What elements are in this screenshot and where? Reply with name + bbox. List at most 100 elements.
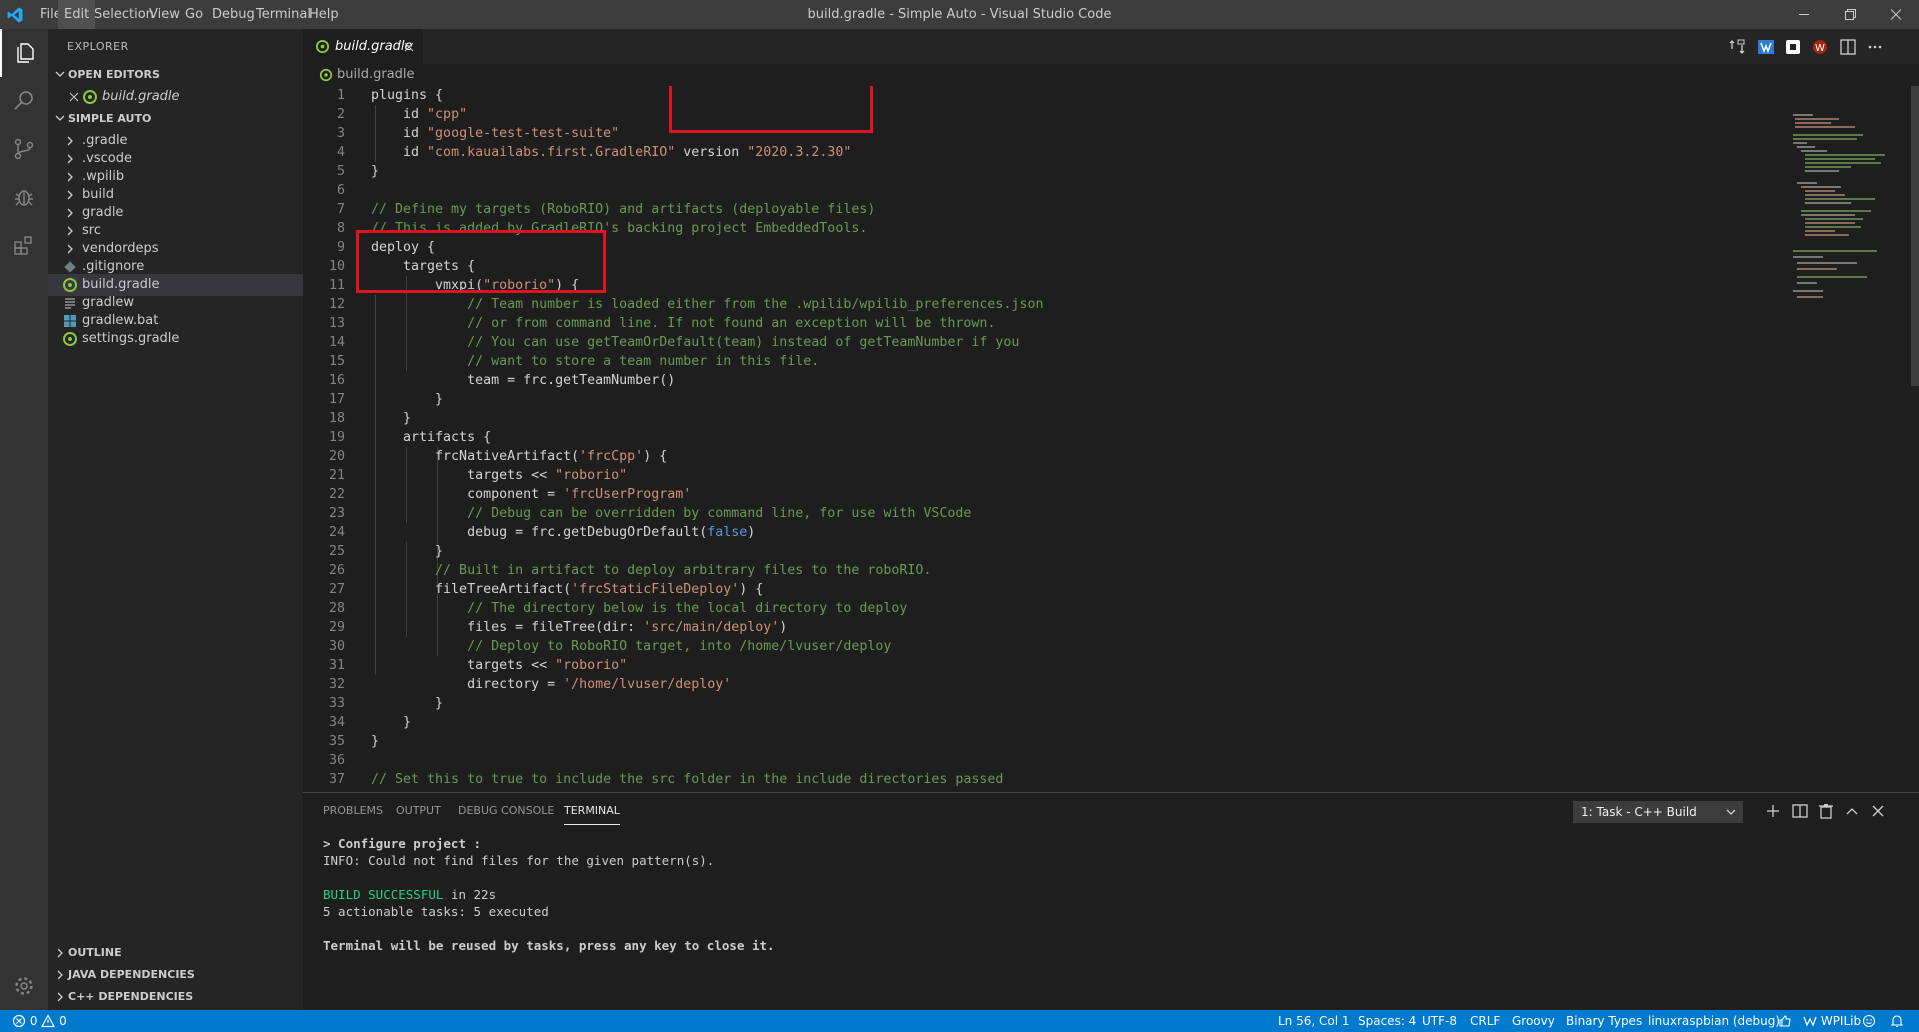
encoding-status[interactable]: UTF-8	[1422, 1010, 1457, 1032]
code-text: }	[371, 715, 412, 730]
more-actions-button[interactable]	[1865, 37, 1885, 57]
code-text: version	[675, 145, 748, 160]
wpilib-command-button[interactable]: W	[1810, 37, 1830, 57]
scrollbar-thumb[interactable]	[1911, 86, 1919, 386]
code-editor[interactable]: 1 plugins { 2 id "cpp" 3 id "google-test-…	[303, 86, 1783, 792]
wpilib-status[interactable]: WPILib	[1803, 1010, 1861, 1032]
menu-go[interactable]: Go	[179, 0, 209, 29]
binary-types-status[interactable]: Binary Types	[1566, 1010, 1642, 1032]
title-bar: File Edit Selection View Go Debug Termin…	[0, 0, 1919, 29]
line-number: 13	[328, 316, 345, 331]
close-icon[interactable]	[403, 41, 415, 53]
code-text: frcNativeArtifact(	[371, 449, 580, 464]
eol-status[interactable]: CRLF	[1470, 1010, 1500, 1032]
terminal-select-dropdown[interactable]: 1: Task - C++ Build	[1573, 801, 1743, 823]
code-line: 34 }	[303, 713, 1783, 732]
close-window-button[interactable]	[1873, 0, 1919, 29]
terminal-line: Terminal will be reused by tasks, press …	[323, 938, 775, 953]
code-text: team = frc.getTeamNumber()	[371, 373, 676, 388]
feedback-status[interactable]	[1778, 1010, 1792, 1032]
minimap[interactable]	[1783, 86, 1911, 792]
feedback-smiley-status[interactable]	[1862, 1010, 1876, 1032]
chevron-right-icon	[67, 244, 73, 254]
language-status[interactable]: Groovy	[1512, 1010, 1555, 1032]
kill-terminal-button[interactable]	[1816, 801, 1836, 821]
explorer-activity[interactable]	[0, 29, 50, 77]
split-terminal-button[interactable]	[1790, 801, 1810, 821]
code-line: 30 // Deploy to RoboRIO target, into /ho…	[303, 637, 1783, 656]
editor-scrollbar[interactable]	[1911, 86, 1919, 792]
search-icon	[14, 91, 33, 110]
line-number: 19	[328, 430, 345, 445]
tab-terminal[interactable]: TERMINAL	[564, 798, 620, 825]
code-text: id	[371, 126, 428, 141]
wpilib-extension-button[interactable]	[1756, 37, 1776, 57]
code-string: "roborio"	[555, 658, 628, 673]
chevron-up-icon	[1846, 808, 1858, 815]
error-icon	[12, 1014, 26, 1028]
extension-action-button[interactable]	[1783, 37, 1803, 57]
files-icon	[17, 43, 34, 63]
tab-problems[interactable]: PROBLEMS	[323, 793, 383, 828]
plus-icon	[1767, 805, 1779, 817]
line-number: 6	[336, 183, 345, 198]
java-dependencies-header[interactable]: JAVA DEPENDENCIES	[48, 964, 303, 986]
breadcrumb[interactable]: build.gradle	[319, 64, 415, 86]
open-editor-label: build.gradle	[102, 89, 180, 104]
restore-button[interactable]	[1827, 0, 1873, 29]
terminal-output[interactable]: > Configure project : INFO: Could not fi…	[323, 835, 775, 954]
highlight-box-version	[669, 86, 873, 133]
tree-file[interactable]: settings.gradle	[48, 328, 303, 350]
code-line: 6	[303, 181, 1783, 200]
line-number: 30	[328, 639, 345, 654]
tab-build-gradle[interactable]: build.gradle	[303, 29, 423, 64]
manage-activity[interactable]	[0, 962, 48, 1010]
code-text: }	[371, 544, 444, 559]
line-number: 17	[328, 392, 345, 407]
code-string: "com.kauailabs.first.GradleRIO"	[427, 145, 676, 160]
build-duration: in 22s	[443, 887, 497, 902]
notifications-status[interactable]	[1890, 1010, 1904, 1032]
minimize-button[interactable]	[1781, 0, 1827, 29]
chevron-right-icon	[57, 970, 63, 980]
outline-label: OUTLINE	[68, 946, 122, 959]
status-bar: 0 0 Ln 56, Col 1 Spaces: 4 UTF-8 CRLF Gr…	[0, 1010, 1919, 1032]
cpp-dependencies-header[interactable]: C++ DEPENDENCIES	[48, 986, 303, 1008]
search-activity[interactable]	[0, 77, 48, 125]
vscode-logo-icon	[7, 7, 23, 23]
split-editor-button[interactable]	[1838, 37, 1858, 57]
configuration-status[interactable]: linuxraspbian (debug)	[1648, 1010, 1780, 1032]
code-text: ) {	[643, 449, 668, 464]
debug-activity[interactable]	[0, 173, 48, 221]
problems-status[interactable]: 0 0	[12, 1010, 67, 1032]
open-editor-item[interactable]: build.gradle	[48, 86, 303, 108]
cursor-position-status[interactable]: Ln 56, Col 1	[1278, 1010, 1350, 1032]
workspace-header[interactable]: SIMPLE AUTO	[48, 108, 303, 130]
line-number: 33	[328, 696, 345, 711]
new-terminal-button[interactable]	[1763, 801, 1783, 821]
source-control-activity[interactable]	[0, 125, 48, 173]
explorer-title: EXPLORER	[67, 40, 129, 53]
line-number: 36	[328, 753, 345, 768]
code-text: fileTreeArtifact(	[371, 582, 572, 597]
tab-debug-console[interactable]: DEBUG CONSOLE	[458, 793, 554, 828]
indentation-status[interactable]: Spaces: 4	[1358, 1010, 1416, 1032]
line-number: 15	[328, 354, 345, 369]
tab-output[interactable]: OUTPUT	[396, 793, 441, 828]
code-line: 26 // Built in artifact to deploy arbitr…	[303, 561, 1783, 580]
open-editors-header[interactable]: OPEN EDITORS	[48, 64, 303, 86]
code-comment: // Set this to true to include the src f…	[371, 772, 1004, 787]
open-changes-button[interactable]	[1727, 37, 1747, 57]
line-number: 8	[336, 221, 345, 236]
outline-header[interactable]: OUTLINE	[48, 942, 303, 964]
terminal-line: BUILD SUCCESSFUL in 22s	[323, 886, 775, 903]
menu-help[interactable]: Help	[303, 0, 345, 29]
line-number: 2	[336, 107, 345, 122]
close-icon[interactable]	[66, 89, 82, 105]
maximize-panel-button[interactable]	[1842, 801, 1862, 821]
extensions-activity[interactable]	[0, 221, 48, 269]
code-line: 31 targets << "roborio"	[303, 656, 1783, 675]
code-line: 19 artifacts {	[303, 428, 1783, 447]
close-panel-button[interactable]	[1868, 801, 1888, 821]
